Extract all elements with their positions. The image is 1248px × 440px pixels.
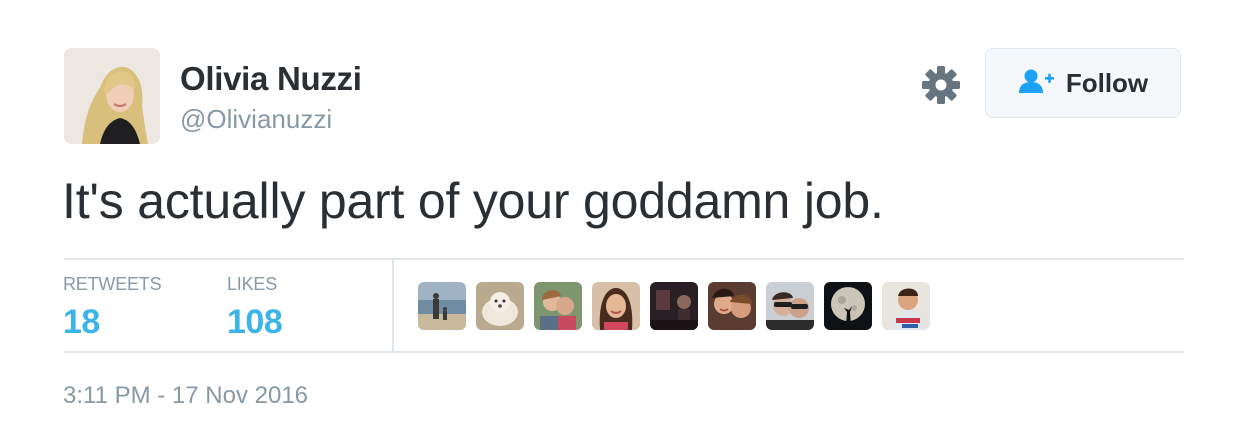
retweets-stat[interactable]: RETWEETS 18 xyxy=(63,274,162,342)
author-avatar[interactable] xyxy=(64,48,160,144)
retweets-label: RETWEETS xyxy=(63,274,162,294)
liker-avatar-sunglasses[interactable] xyxy=(766,282,814,330)
follow-button-label: Follow xyxy=(1065,67,1149,98)
tweet-timestamp[interactable]: 3:11 PM - 17 Nov 2016 xyxy=(63,382,308,410)
gear-icon-graphic xyxy=(922,66,960,104)
retweets-count: 18 xyxy=(63,303,100,341)
stats-divider-bottom xyxy=(64,351,1184,353)
tweet-text: It's actually part of your goddamn job. xyxy=(62,173,884,229)
add-user-icon xyxy=(1018,68,1056,99)
liker-avatar-woman[interactable] xyxy=(592,282,640,330)
likes-label: LIKES xyxy=(227,274,278,294)
stats-divider-top xyxy=(64,258,1184,260)
likes-count: 108 xyxy=(227,303,283,341)
avatar-image xyxy=(64,48,160,144)
liker-avatar-beach[interactable] xyxy=(418,282,466,330)
liker-avatars xyxy=(418,282,930,330)
liker-avatar-child[interactable] xyxy=(882,282,930,330)
author-name[interactable]: Olivia Nuzzi xyxy=(180,60,362,98)
author-handle[interactable]: @Olivianuzzi xyxy=(180,104,332,135)
liker-avatar-dog[interactable] xyxy=(476,282,524,330)
gear-icon[interactable] xyxy=(920,64,962,106)
stats-divider-vertical xyxy=(392,260,394,351)
liker-avatar-moon[interactable] xyxy=(824,282,872,330)
likes-stat[interactable]: LIKES 108 xyxy=(227,274,283,342)
liker-avatar-dark-room[interactable] xyxy=(650,282,698,330)
tweet-card: Olivia Nuzzi @Olivianuzzi Follow It's ac… xyxy=(0,0,1248,440)
liker-avatar-couple[interactable] xyxy=(534,282,582,330)
follow-button[interactable]: Follow xyxy=(985,48,1181,118)
liker-avatar-friends[interactable] xyxy=(708,282,756,330)
